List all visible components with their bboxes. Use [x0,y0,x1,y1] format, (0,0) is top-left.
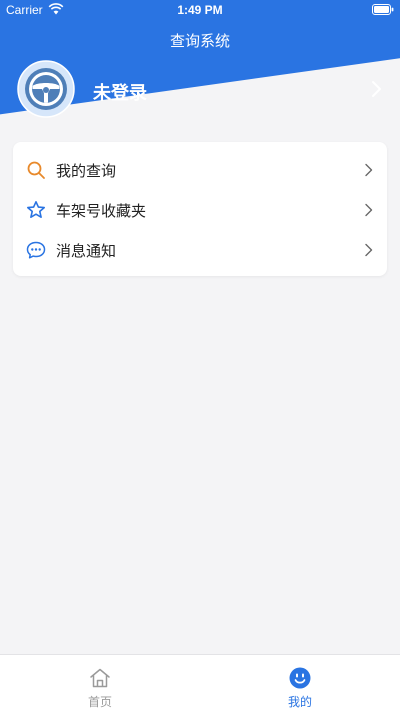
chevron-right-icon [365,243,373,257]
chevron-right-icon [365,203,373,217]
battery-icon [372,4,394,15]
menu-item-label: 消息通知 [56,242,117,260]
menu-item-label: 我的查询 [56,162,117,180]
tab-label: 我的 [287,695,312,709]
menu-item-notifications[interactable]: 消息通知 [13,230,387,270]
login-status: 未登录 [93,83,147,104]
home-icon [90,668,110,688]
tab-mine[interactable]: 我的 [200,655,400,712]
menu-card: 我的查询 车架号收藏夹 消息通知 [13,142,387,276]
chevron-right-icon [365,163,373,177]
tab-label: 首页 [87,695,112,709]
profile-header[interactable]: 未登录 [0,60,400,122]
status-time: 1:49 PM [177,3,223,17]
smiley-icon [289,667,311,689]
star-icon [27,201,45,218]
steering-wheel-icon [17,60,75,118]
page-title: 查询系统 [169,32,230,50]
status-bar: Carrier 1:49 PM [0,0,400,20]
chevron-right-icon [372,81,381,97]
menu-item-vin-favorites[interactable]: 车架号收藏夹 [13,190,387,230]
message-icon [26,241,46,259]
tab-bar: 首页 我的 [0,654,400,712]
menu-item-label: 车架号收藏夹 [56,202,147,220]
menu-item-my-queries[interactable]: 我的查询 [13,150,387,190]
search-icon [27,161,45,179]
tab-home[interactable]: 首页 [0,655,200,712]
